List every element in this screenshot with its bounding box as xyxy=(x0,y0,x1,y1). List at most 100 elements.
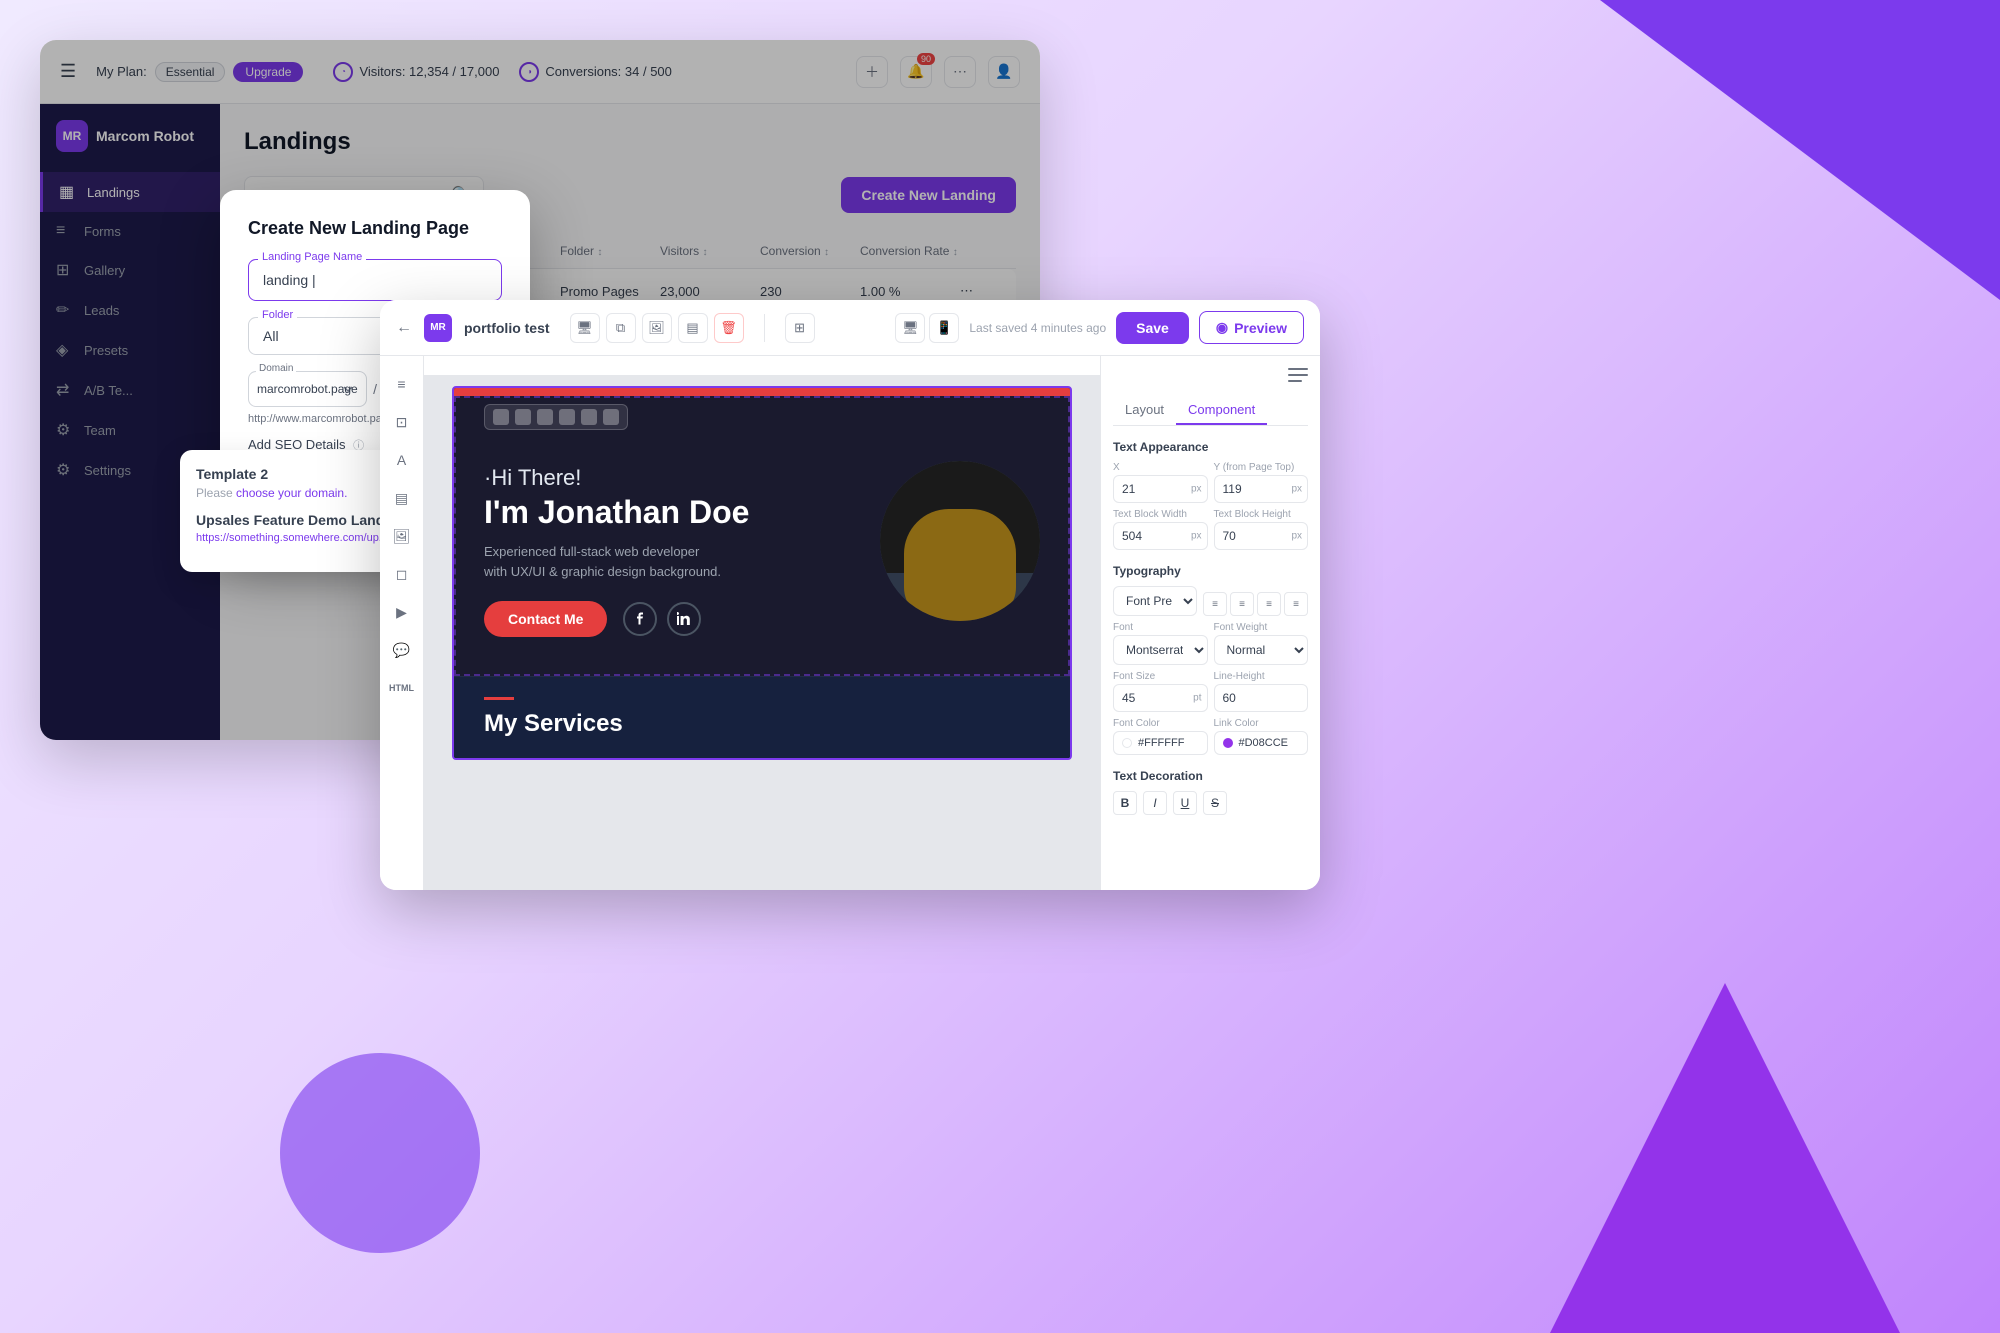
align-left-btn[interactable]: ≡ xyxy=(1203,592,1227,616)
width-unit: px xyxy=(1191,531,1202,542)
size-lh-row: Font Size pt Line-Height xyxy=(1113,671,1308,712)
width-input-group: Text Block Width px xyxy=(1113,509,1208,550)
wh-row: Text Block Width px Text Block Height px xyxy=(1113,509,1308,550)
preview-icon: ◉ xyxy=(1216,319,1228,336)
editor-delete-icon[interactable]: 🗑 xyxy=(714,313,744,343)
mobile-preview-icon[interactable]: 📱 xyxy=(929,313,959,343)
float-icon-2[interactable] xyxy=(515,409,531,425)
width-label: Text Block Width xyxy=(1113,509,1208,520)
editor-logo: MR xyxy=(424,314,452,342)
text-decoration-section: Text Decoration B I U S xyxy=(1113,769,1308,815)
strikethrough-button[interactable]: S xyxy=(1203,791,1227,815)
linkedin-icon[interactable] xyxy=(667,602,701,636)
avatar-person xyxy=(880,461,1040,621)
canvas-hero-text: ·Hi There! I'm Jonathan Doe Experienced … xyxy=(484,445,880,637)
link-color-group: Link Color #D08CCE xyxy=(1214,718,1309,755)
font-select[interactable]: Montserrat xyxy=(1113,635,1208,665)
editor-rows-icon[interactable]: ▤ xyxy=(386,482,418,514)
bold-button[interactable]: B xyxy=(1113,791,1137,815)
align-buttons: ≡ ≡ ≡ ≡ xyxy=(1203,592,1308,616)
canvas-top-bar-red xyxy=(454,388,1070,396)
line-height-label: Line-Height xyxy=(1214,671,1309,682)
domain-select[interactable]: marcomrobot.page xyxy=(248,371,367,407)
choose-domain-link[interactable]: choose your domain. xyxy=(236,486,347,500)
editor-image-icon[interactable]: 🖼 xyxy=(642,313,672,343)
text-appearance-section: Text Appearance X px Y (from Page Top) xyxy=(1113,440,1308,550)
canvas-area: ·Hi There! I'm Jonathan Doe Experienced … xyxy=(424,356,1100,890)
color-row: Font Color #FFFFFF Link Color #D08CCE xyxy=(1113,718,1308,755)
font-color-hex: #FFFFFF xyxy=(1138,737,1184,749)
alignment-group: ≡ ≡ ≡ ≡ xyxy=(1203,592,1308,616)
editor-menu-icon[interactable]: ≡ xyxy=(386,368,418,400)
link-color-box[interactable]: #D08CCE xyxy=(1214,731,1309,755)
editor-layout-icon[interactable]: ▤ xyxy=(678,313,708,343)
services-divider xyxy=(484,697,514,700)
font-color-group: Font Color #FFFFFF xyxy=(1113,718,1208,755)
font-color-box[interactable]: #FFFFFF xyxy=(1113,731,1208,755)
float-icon-5[interactable] xyxy=(581,409,597,425)
editor-desktop-icon[interactable]: 🖥 xyxy=(570,313,600,343)
decoration-buttons: B I U S xyxy=(1113,791,1308,815)
x-input-group: X px xyxy=(1113,462,1208,503)
y-label: Y (from Page Top) xyxy=(1214,462,1309,473)
editor-preview-button[interactable]: ◉ Preview xyxy=(1199,311,1304,344)
underline-button[interactable]: U xyxy=(1173,791,1197,815)
editor-save-button[interactable]: Save xyxy=(1116,312,1189,344)
align-justify-btn[interactable]: ≡ xyxy=(1284,592,1308,616)
float-icon-4[interactable] xyxy=(559,409,575,425)
canvas-cta-row: Contact Me xyxy=(484,601,860,637)
domain-wrap: Domain marcomrobot.page xyxy=(248,371,367,407)
social-icons xyxy=(623,602,701,636)
editor-grid-icon[interactable]: ⊞ xyxy=(785,313,815,343)
text-decoration-title: Text Decoration xyxy=(1113,769,1308,783)
canvas-greeting: ·Hi There! xyxy=(484,465,860,491)
editor-bubble-icon[interactable]: 💬 xyxy=(386,634,418,666)
slug-separator: / xyxy=(373,381,377,397)
facebook-icon[interactable] xyxy=(623,602,657,636)
contact-me-button[interactable]: Contact Me xyxy=(484,601,607,637)
panel-tabs: Layout Component xyxy=(1113,396,1308,426)
y-unit: px xyxy=(1291,484,1302,495)
editor-shapes-icon[interactable]: ◻ xyxy=(386,558,418,590)
font-label: Font xyxy=(1113,622,1208,633)
font-weight-label: Font Weight xyxy=(1214,622,1309,633)
tab-layout[interactable]: Layout xyxy=(1113,396,1176,425)
align-center-btn[interactable]: ≡ xyxy=(1230,592,1254,616)
text-appearance-title: Text Appearance xyxy=(1113,440,1308,454)
services-title: My Services xyxy=(484,710,1040,738)
height-input-group: Text Block Height px xyxy=(1214,509,1309,550)
float-icon-6[interactable] xyxy=(603,409,619,425)
align-right-btn[interactable]: ≡ xyxy=(1257,592,1281,616)
float-icon-1[interactable] xyxy=(493,409,509,425)
float-icon-3[interactable] xyxy=(537,409,553,425)
bg-decoration-bottom xyxy=(1550,983,1900,1333)
height-unit: px xyxy=(1291,531,1302,542)
typography-section: Typography Font Preset ≡ ≡ ≡ ≡ xyxy=(1113,564,1308,755)
landing-name-group: Landing Page Name xyxy=(248,259,502,301)
editor-image-add-icon[interactable]: 🖼 xyxy=(386,520,418,552)
canvas-avatar xyxy=(880,461,1040,621)
editor-crop-icon[interactable]: ⊡ xyxy=(386,406,418,438)
editor-back-icon[interactable]: ← xyxy=(396,319,412,337)
line-height-input[interactable] xyxy=(1214,684,1309,712)
desktop-preview-icon[interactable]: 🖥 xyxy=(895,313,925,343)
editor-copy-icon[interactable]: ⧉ xyxy=(606,313,636,343)
editor-play-icon[interactable]: ▶ xyxy=(386,596,418,628)
canvas-services-section: My Services xyxy=(454,676,1070,758)
canvas-ruler xyxy=(424,356,1100,376)
editor-text-icon[interactable]: A xyxy=(386,444,418,476)
landing-name-input[interactable] xyxy=(248,259,502,301)
editor-window: ← MR portfolio test 🖥 ⧉ 🖼 ▤ 🗑 ⊞ 🖥 📱 Last… xyxy=(380,300,1320,890)
xy-row: X px Y (from Page Top) px xyxy=(1113,462,1308,503)
tab-component[interactable]: Component xyxy=(1176,396,1267,425)
font-preset-select[interactable]: Font Preset xyxy=(1113,586,1197,616)
canvas-name: I'm Jonathan Doe xyxy=(484,495,860,530)
editor-toolbar-icons: 🖥 ⧉ 🖼 ▤ 🗑 xyxy=(570,313,744,343)
italic-button[interactable]: I xyxy=(1143,791,1167,815)
font-weight-select[interactable]: Normal xyxy=(1214,635,1309,665)
panel-menu-icon[interactable] xyxy=(1288,368,1308,382)
editor-topbar: ← MR portfolio test 🖥 ⧉ 🖼 ▤ 🗑 ⊞ 🖥 📱 Last… xyxy=(380,300,1320,356)
bg-decoration-top xyxy=(1600,0,2000,300)
divider xyxy=(764,314,765,342)
editor-html-icon[interactable]: HTML xyxy=(386,672,418,704)
